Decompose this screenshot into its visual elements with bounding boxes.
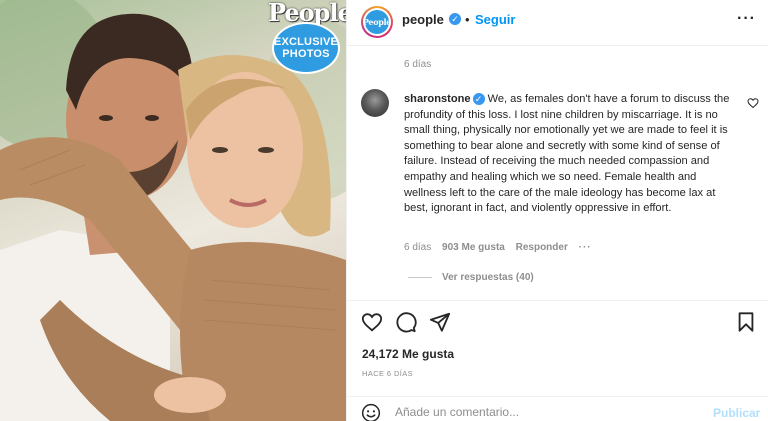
post-actions: 24,172 Me gusta HACE 6 DÍAS — [347, 300, 768, 410]
comment-more-icon[interactable]: ··· — [579, 242, 592, 253]
author-username[interactable]: people — [402, 12, 444, 27]
bookmark-icon[interactable] — [735, 311, 757, 333]
caption-timestamp: 6 días — [404, 59, 432, 70]
comment-timestamp: 6 días — [404, 242, 432, 253]
comment-likes[interactable]: 903 Me gusta — [442, 242, 505, 253]
comment-text: We, as females don't have a forum to dis… — [404, 93, 730, 215]
exclusive-photos-circle: EXCLUSIVE PHOTOS — [272, 22, 340, 74]
post-timestamp: HACE 6 DÍAS — [362, 369, 414, 378]
badge-line-photos: PHOTOS — [282, 48, 330, 60]
comment-composer: Publicar — [347, 396, 768, 421]
verified-badge-icon: ✓ — [449, 13, 461, 25]
comment-meta: 6 días 903 Me gusta Responder ··· — [404, 242, 600, 253]
more-options-icon[interactable]: ··· — [737, 10, 756, 28]
people-exclusive-badge: People EXCLUSIVE PHOTOS — [268, 0, 346, 74]
commenter-username[interactable]: sharonstone — [404, 93, 471, 105]
smiley-icon[interactable] — [361, 403, 381, 421]
post-photo[interactable]: People EXCLUSIVE PHOTOS — [0, 0, 346, 421]
author-avatar-logo: People — [363, 10, 391, 34]
follow-button[interactable]: Seguir — [475, 12, 515, 27]
badge-line-exclusive: EXCLUSIVE — [273, 36, 339, 48]
commenter-avatar[interactable] — [361, 89, 389, 117]
author-avatar-ring: People — [363, 8, 391, 36]
comment-icon[interactable] — [395, 311, 417, 333]
comment-like-heart-icon[interactable] — [747, 97, 759, 109]
author-avatar[interactable]: People — [361, 6, 393, 38]
post-header: People people ✓ • Seguir ··· — [347, 0, 768, 46]
paper-plane-icon[interactable] — [429, 311, 451, 333]
view-replies-button[interactable]: Ver respuestas (40) — [442, 272, 534, 283]
post-likes-count[interactable]: 24,172 Me gusta — [362, 347, 454, 361]
replies-divider — [408, 277, 432, 278]
verified-badge-icon: ✓ — [472, 93, 485, 106]
reply-button[interactable]: Responder — [516, 242, 568, 253]
post-side-panel: People people ✓ • Seguir ··· 6 días shar… — [346, 0, 768, 421]
publish-button[interactable]: Publicar — [713, 406, 760, 420]
comment-body: sharonstone ✓ We, as females don't have a … — [404, 92, 736, 217]
heart-icon[interactable] — [361, 311, 383, 333]
header-separator: • — [465, 12, 470, 27]
comment-input[interactable] — [395, 403, 695, 421]
